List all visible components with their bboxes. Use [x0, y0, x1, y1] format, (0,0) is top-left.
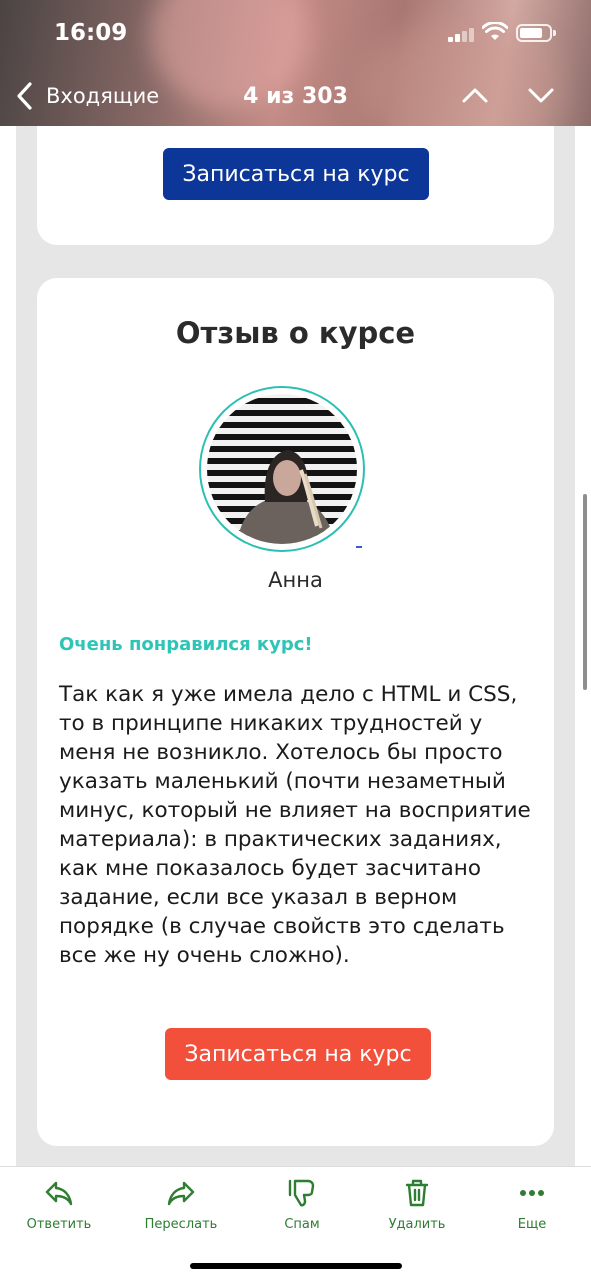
status-bar: 16:09	[0, 0, 591, 66]
reply-button[interactable]: Ответить	[4, 1177, 114, 1232]
review-card: Отзыв о курсе Анна Очень понравился курс…	[37, 278, 554, 1146]
home-indicator[interactable]	[190, 1263, 402, 1269]
spam-button[interactable]: Спам	[247, 1177, 357, 1232]
enroll-button-red[interactable]: Записаться на курс	[165, 1028, 431, 1080]
bottom-toolbar: Ответить Переслать Спам Удалить Еще	[0, 1166, 591, 1280]
course-card: Записаться на курс	[37, 126, 554, 245]
delete-label: Удалить	[388, 1217, 446, 1232]
wifi-icon	[482, 22, 508, 40]
message-nav-bar: Входящие 4 из 303	[0, 70, 591, 120]
cellular-signal-icon	[448, 28, 476, 42]
spam-label: Спам	[284, 1217, 320, 1232]
enroll-button-blue[interactable]: Записаться на курс	[163, 148, 429, 200]
message-counter: 4 из 303	[243, 84, 348, 109]
scrollbar[interactable]	[583, 494, 587, 690]
review-heading: Очень понравился курс!	[59, 634, 313, 655]
more-icon	[520, 1190, 544, 1196]
status-time: 16:09	[54, 20, 128, 46]
more-button[interactable]: Еще	[477, 1177, 587, 1232]
forward-button[interactable]: Переслать	[126, 1177, 236, 1232]
image-link-marker	[356, 546, 362, 548]
previous-message-button[interactable]	[458, 80, 492, 110]
email-body[interactable]: Записаться на курс Отзыв о курсе Анна Оч…	[16, 126, 575, 1166]
thumbs-down-icon	[288, 1179, 315, 1207]
forward-icon	[167, 1181, 195, 1206]
mail-header: 16:09 Входящие 4 из 303	[0, 0, 591, 126]
next-message-button[interactable]	[524, 80, 558, 110]
review-title: Отзыв о курсе	[175, 316, 416, 350]
reviewer-name: Анна	[268, 568, 323, 592]
more-label: Еще	[517, 1217, 547, 1232]
delete-button[interactable]: Удалить	[362, 1177, 472, 1232]
reviewer-avatar	[199, 386, 365, 552]
reviewer-photo	[207, 394, 357, 544]
forward-label: Переслать	[144, 1217, 218, 1232]
reply-icon	[45, 1181, 73, 1206]
review-text: Так как я уже имела дело с HTML и CSS, т…	[59, 682, 531, 968]
reply-label: Ответить	[26, 1217, 92, 1232]
battery-icon	[516, 24, 556, 42]
trash-icon	[405, 1179, 429, 1207]
